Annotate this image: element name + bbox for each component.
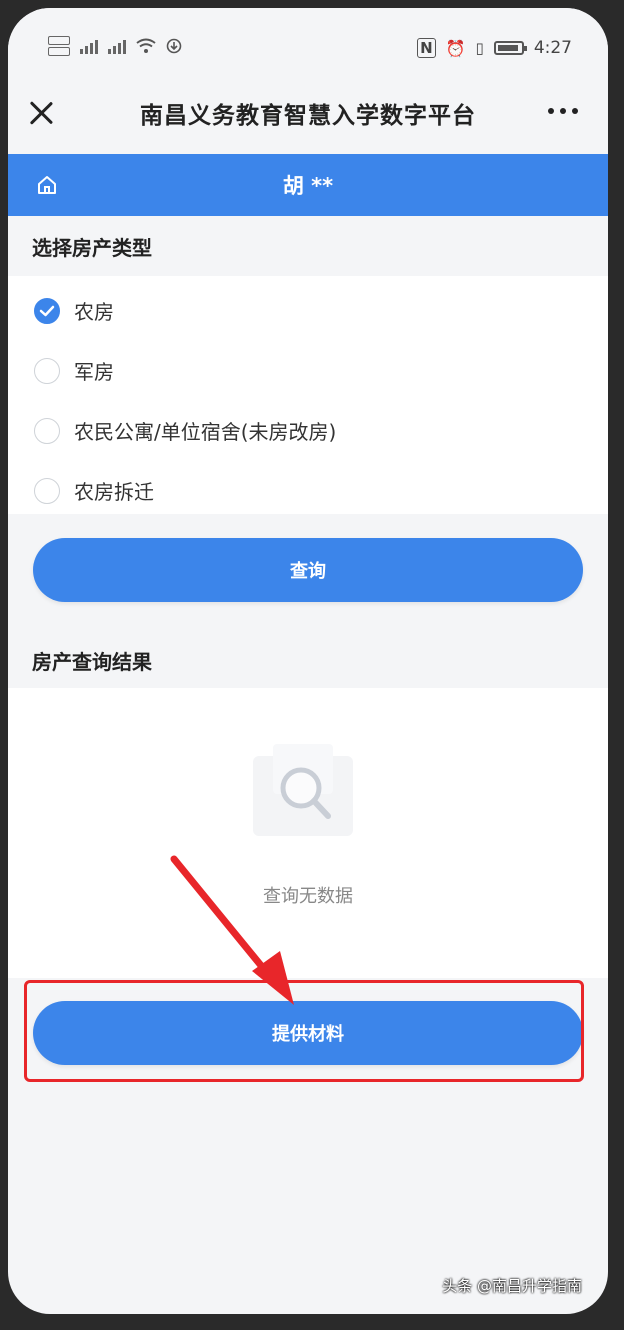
option-label: 农房 [74,300,114,324]
status-right: N ⏰ ▯ 4:27 [417,38,572,58]
pointer-arrow-icon [170,855,294,1005]
vibrate-icon: ▯ [475,39,484,57]
status-bar: N ⏰ ▯ 4:27 [8,8,608,84]
alarm-icon: ⏰ [445,38,466,58]
empty-text: 查询无数据 [263,886,353,907]
property-type-title: 选择房产类型 [32,236,152,260]
radio-unchecked[interactable] [34,358,60,384]
option-label: 农房拆迁 [74,480,154,504]
sim-icon [48,36,70,56]
signal-icon-2 [108,38,126,54]
battery-icon [493,41,527,55]
radio-unchecked[interactable] [34,418,60,444]
more-options-icon[interactable] [548,108,578,114]
results-title: 房产查询结果 [32,650,152,674]
wifi-icon [136,38,156,53]
option-demolition[interactable]: 农房拆迁 [8,462,608,522]
option-nongfang[interactable]: 农房 [8,282,608,342]
status-time: 4:27 [533,38,572,58]
app-title: 南昌义务教育智慧入学数字平台 [140,103,476,129]
close-icon[interactable] [26,98,56,128]
check-icon [39,305,55,317]
radio-checked[interactable] [34,298,60,324]
status-left [48,36,182,56]
watermark: 头条 @南昌升学指南 [442,1277,582,1295]
empty-search-icon [253,744,353,836]
phone-screen: N ⏰ ▯ 4:27 南昌义务教育智慧入学数字平台 胡 ** 选择房产类型 农房… [8,8,608,1314]
option-label: 农民公寓/单位宿舍(未房改房) [74,420,337,444]
query-button[interactable]: 查询 [33,538,583,602]
user-bar: 胡 ** [8,154,608,216]
user-name: 胡 ** [282,174,334,198]
nfc-icon: N [417,38,436,58]
title-bar: 南昌义务教育智慧入学数字平台 [8,84,608,146]
data-saver-icon [166,38,182,54]
property-type-options: 农房 军房 农民公寓/单位宿舍(未房改房) 农房拆迁 [8,276,608,514]
radio-unchecked[interactable] [34,478,60,504]
results-area: 查询无数据 [8,688,608,978]
option-junfang[interactable]: 军房 [8,342,608,402]
signal-icon [80,38,98,54]
option-label: 军房 [74,360,114,384]
option-apartment[interactable]: 农民公寓/单位宿舍(未房改房) [8,402,608,462]
